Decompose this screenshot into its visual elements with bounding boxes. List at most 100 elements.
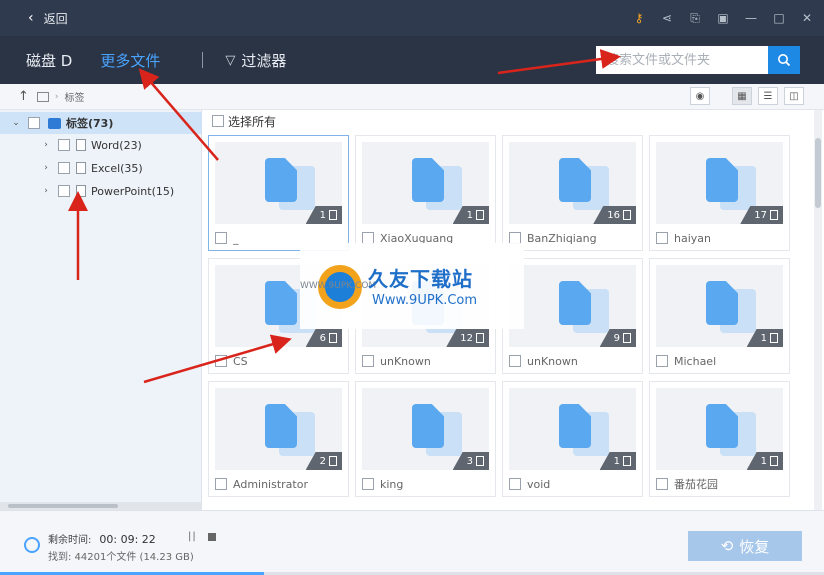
breadcrumb-current[interactable]: 标签: [65, 89, 85, 104]
scan-status-icon: [24, 537, 40, 553]
files-icon: [251, 156, 315, 214]
page-icon: [476, 333, 484, 343]
close-icon[interactable]: ✕: [800, 11, 814, 25]
card-label: haiyan: [656, 231, 711, 245]
tree-item-word[interactable]: › Word(23): [40, 134, 142, 156]
card-title: Michael: [674, 354, 717, 368]
checkbox[interactable]: [58, 162, 70, 174]
checkbox[interactable]: [656, 232, 668, 244]
card-thumbnail: 16: [509, 142, 636, 224]
file-card[interactable]: 1 XiaoXuguang: [355, 135, 496, 251]
files-icon: [545, 402, 609, 460]
checkbox[interactable]: [509, 478, 521, 490]
maximize-icon[interactable]: □: [772, 11, 786, 25]
folder-view-icon[interactable]: [36, 91, 49, 102]
checkbox[interactable]: [656, 478, 668, 490]
back-button[interactable]: ‹ 返回: [28, 10, 68, 27]
checkbox[interactable]: [509, 355, 521, 367]
file-card[interactable]: 1 Michael: [649, 258, 790, 374]
pause-icon[interactable]: ||: [188, 531, 197, 542]
file-card[interactable]: 1 void: [502, 381, 643, 497]
up-arrow-icon[interactable]: ↑: [18, 89, 29, 104]
watermark-url: Www.9UPK.Com: [372, 293, 478, 308]
file-card[interactable]: 16 BanZhiqiang: [502, 135, 643, 251]
stop-icon[interactable]: [208, 533, 216, 541]
export-icon[interactable]: ⎘: [688, 11, 702, 26]
funnel-icon: ▽: [225, 52, 236, 68]
nav-divider: [202, 52, 204, 68]
preview-eye-icon[interactable]: ◉: [690, 87, 710, 105]
files-icon: [692, 156, 756, 214]
chevron-right-icon[interactable]: ›: [40, 163, 52, 173]
menu-icon[interactable]: ▣: [716, 11, 730, 25]
file-card[interactable]: 1 _: [208, 135, 349, 251]
remaining-label: 剩余时间:: [48, 535, 92, 546]
checkbox[interactable]: [58, 139, 70, 151]
tree-item-label: Word(23): [91, 138, 142, 152]
chevron-right-icon[interactable]: ›: [40, 140, 52, 150]
checkbox[interactable]: [58, 185, 70, 197]
card-label: _: [215, 231, 239, 245]
page-icon: [623, 333, 631, 343]
file-card[interactable]: 17 haiyan: [649, 135, 790, 251]
card-thumbnail: 1: [656, 388, 783, 470]
detail-view-icon[interactable]: ◫: [784, 87, 804, 105]
status-footer: 剩余时间: 00: 09: 22 找到: 44201个文件 (14.23 GB) …: [0, 510, 824, 575]
page-icon: [623, 456, 631, 466]
scrollbar-thumb[interactable]: [815, 138, 821, 208]
files-icon: [545, 156, 609, 214]
checkbox[interactable]: [215, 232, 227, 244]
file-card[interactable]: 1 番茄花园: [649, 381, 790, 497]
tab-disk[interactable]: 磁盘 D: [26, 50, 72, 71]
search-input[interactable]: [596, 46, 768, 74]
checkbox[interactable]: [362, 478, 374, 490]
card-title: _: [233, 231, 239, 245]
chevron-right-icon[interactable]: ›: [40, 186, 52, 196]
card-thumbnail: 9: [509, 265, 636, 347]
document-icon: [76, 162, 86, 174]
file-count: 1: [760, 332, 767, 344]
checkbox[interactable]: [212, 115, 224, 127]
window-controls: ⚷ ⋖ ⎘ ▣ — □ ✕: [632, 0, 814, 36]
restore-button[interactable]: ⟲ 恢复: [688, 531, 802, 561]
tree-item-excel[interactable]: › Excel(35): [40, 157, 143, 179]
checkbox[interactable]: [656, 355, 668, 367]
card-title: BanZhiqiang: [527, 231, 597, 245]
tree-item-tags[interactable]: ⌄ 标签(73): [0, 112, 202, 134]
chevron-down-icon[interactable]: ⌄: [10, 118, 22, 128]
files-icon: [692, 279, 756, 337]
checkbox[interactable]: [215, 355, 227, 367]
remaining-time: 剩余时间: 00: 09: 22: [48, 531, 156, 546]
search-box: [596, 46, 800, 74]
file-count: 12: [460, 332, 473, 344]
card-thumbnail: 1: [215, 142, 342, 224]
tab-more-files[interactable]: 更多文件: [100, 50, 160, 71]
select-all[interactable]: 选择所有: [212, 113, 276, 129]
tag-folder-icon: [48, 117, 61, 129]
checkbox[interactable]: [215, 478, 227, 490]
vertical-scrollbar[interactable]: [814, 110, 822, 510]
card-title: CS: [233, 354, 248, 368]
minimize-icon[interactable]: —: [744, 11, 758, 25]
file-card[interactable]: 3 king: [355, 381, 496, 497]
search-button[interactable]: [768, 46, 800, 74]
key-icon[interactable]: ⚷: [632, 11, 646, 25]
tree-item-label: Excel(35): [91, 161, 143, 175]
card-label: 番茄花园: [656, 477, 718, 491]
horizontal-scrollbar[interactable]: [0, 502, 202, 510]
view-toggle-group: ◉ ▦ ☰ ◫: [690, 87, 804, 105]
grid-view-icon[interactable]: ▦: [732, 87, 752, 105]
scrollbar-thumb[interactable]: [8, 504, 118, 508]
list-view-icon[interactable]: ☰: [758, 87, 778, 105]
checkbox[interactable]: [28, 117, 40, 129]
file-count: 2: [319, 455, 326, 467]
page-icon: [770, 333, 778, 343]
filter-button[interactable]: ▽ 过滤器: [225, 50, 286, 71]
tree-item-powerpoint[interactable]: › PowerPoint(15): [40, 180, 174, 202]
checkbox[interactable]: [362, 355, 374, 367]
card-title: unKnown: [380, 354, 431, 368]
file-card[interactable]: 2 Administrator: [208, 381, 349, 497]
share-icon[interactable]: ⋖: [660, 11, 674, 25]
page-icon: [770, 456, 778, 466]
file-count: 1: [319, 209, 326, 221]
